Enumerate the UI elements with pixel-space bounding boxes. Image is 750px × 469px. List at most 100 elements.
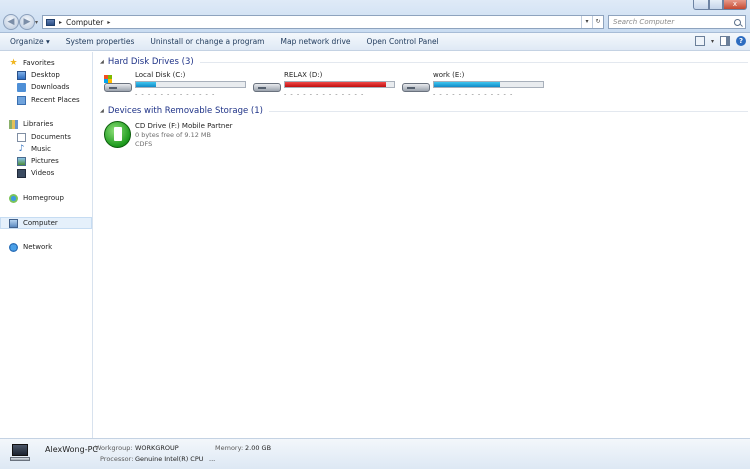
nav-network[interactable]: Network (9, 241, 101, 253)
drive-usage-fill (285, 82, 387, 87)
star-icon: ★ (9, 57, 18, 68)
drive-usage-fill (136, 82, 156, 87)
refresh-button[interactable]: ↻ (592, 16, 603, 28)
drive-filesystem: CDFS (135, 140, 153, 148)
maximize-button[interactable] (709, 0, 723, 10)
hard-drive-icon (402, 79, 432, 93)
workgroup-label: Workgroup: (95, 444, 133, 452)
nav-favorites[interactable]: ★ Favorites (9, 57, 101, 69)
drive-usage-bar (433, 81, 544, 88)
forward-button[interactable]: ▶ (19, 14, 35, 30)
window-controls: x (693, 0, 747, 10)
change-view-icon[interactable] (694, 36, 705, 46)
recent-places-icon (17, 95, 26, 105)
organize-button[interactable]: Organize ▾ (0, 37, 58, 46)
group-header-hard-disks[interactable]: ◢ Hard Disk Drives (3) (94, 56, 748, 68)
collapse-arrow-icon[interactable]: ◢ (100, 59, 104, 65)
breadcrumb-separator[interactable]: ▸ (107, 19, 110, 26)
breadcrumb-computer[interactable]: Computer (66, 18, 103, 27)
nav-label: Homegroup (23, 194, 65, 202)
computer-icon (10, 444, 32, 462)
help-icon[interactable]: ? (736, 36, 746, 46)
pictures-icon (17, 156, 26, 166)
drive-usage-bar (284, 81, 395, 88)
nav-label: Recent Places (31, 96, 80, 104)
details-pane: AlexWong-PC Workgroup: WORKGROUP Memory:… (0, 438, 750, 469)
music-icon: ♪ (18, 143, 25, 154)
preview-pane-icon[interactable] (720, 36, 730, 46)
downloads-icon (17, 82, 26, 92)
more-details[interactable]: ... (209, 455, 215, 463)
search-box[interactable]: Search Computer (608, 15, 746, 29)
collapse-arrow-icon[interactable]: ◢ (100, 108, 104, 114)
processor-label: Processor: (100, 455, 134, 463)
cd-drive-icon (104, 121, 131, 148)
group-title: Devices with Removable Storage (1) (107, 106, 263, 116)
computer-location-icon (46, 18, 55, 26)
group-divider (268, 110, 748, 112)
drive-free-space: - - - - - - - - - - - - - (433, 90, 514, 98)
drive-free-space: 0 bytes free of 9.12 MB (135, 131, 211, 139)
hard-drive-icon (253, 79, 283, 93)
drive-free-space: - - - - - - - - - - - - - (284, 90, 365, 98)
nav-computer[interactable]: Computer (0, 217, 92, 229)
nav-label: Favorites (23, 59, 55, 67)
nav-label: Libraries (23, 120, 54, 128)
map-network-drive-button[interactable]: Map network drive (273, 37, 359, 46)
nav-libraries[interactable]: Libraries (9, 118, 101, 130)
nav-homegroup[interactable]: Homegroup (9, 192, 101, 204)
windows-drive-icon (104, 75, 134, 93)
address-bar[interactable]: ▸ Computer ▸ ▾ ↻ (42, 15, 604, 29)
drive-free-space: - - - - - - - - - - - - - (135, 90, 216, 98)
navigation-pane: ★ Favorites Desktop Downloads Recent Pla… (0, 52, 93, 438)
refresh-icon: ↻ (595, 18, 601, 25)
breadcrumb-separator[interactable]: ▸ (59, 19, 62, 26)
nav-label: Downloads (31, 83, 70, 91)
command-bar: Organize ▾ System properties Uninstall o… (0, 33, 750, 51)
drive-usage-fill (434, 82, 501, 87)
nav-label: Music (31, 145, 51, 153)
workgroup-value: WORKGROUP (135, 444, 179, 452)
group-header-removable[interactable]: ◢ Devices with Removable Storage (1) (94, 105, 748, 117)
memory-label: Memory: (215, 444, 244, 452)
window-titlebar: x ◀ ▶ ▾ ▸ Computer ▸ ▾ ↻ Search Computer (0, 0, 750, 33)
system-properties-button[interactable]: System properties (58, 37, 143, 46)
nav-label: Documents (31, 133, 71, 141)
back-button[interactable]: ◀ (3, 14, 19, 30)
close-button[interactable]: x (723, 0, 747, 10)
homegroup-icon (9, 193, 18, 203)
drive-name: CD Drive (F:) Mobile Partner (135, 122, 233, 130)
videos-icon (17, 168, 26, 178)
recent-pages-dropdown[interactable]: ▾ (35, 19, 38, 26)
network-icon (9, 242, 18, 252)
memory-value: 2.00 GB (245, 444, 272, 452)
drive-name: Local Disk (C:) (135, 71, 186, 79)
group-title: Hard Disk Drives (3) (107, 57, 194, 67)
group-divider (199, 61, 748, 63)
search-icon[interactable] (734, 18, 741, 26)
address-dropdown-button[interactable]: ▾ (581, 16, 592, 28)
drive-name: work (E:) (433, 71, 465, 79)
uninstall-program-button[interactable]: Uninstall or change a program (142, 37, 272, 46)
content-area: ◢ Hard Disk Drives (3) Local Disk (C:) -… (94, 52, 750, 438)
drive-item-e[interactable]: work (E:) - - - - - - - - - - - - - (402, 71, 552, 103)
view-options-dropdown[interactable]: ▾ (711, 38, 714, 45)
nav-label: Desktop (31, 71, 60, 79)
processor-value: Genuine Intel(R) CPU (135, 455, 204, 463)
libraries-icon (9, 119, 18, 129)
minimize-button[interactable] (693, 0, 709, 10)
nav-label: Computer (23, 219, 58, 227)
drive-item-c[interactable]: Local Disk (C:) - - - - - - - - - - - - … (104, 71, 254, 103)
documents-icon (17, 132, 26, 142)
forward-arrow-icon: ▶ (23, 17, 31, 27)
search-input[interactable]: Search Computer (613, 18, 674, 26)
computer-icon (9, 218, 18, 228)
computer-name: AlexWong-PC (45, 445, 98, 454)
cd-drive-item[interactable]: CD Drive (F:) Mobile Partner 0 bytes fre… (104, 121, 404, 153)
nav-label: Pictures (31, 157, 59, 165)
nav-label: Network (23, 243, 53, 251)
open-control-panel-button[interactable]: Open Control Panel (359, 37, 447, 46)
back-arrow-icon: ◀ (7, 17, 15, 27)
drive-name: RELAX (D:) (284, 71, 323, 79)
drive-item-d[interactable]: RELAX (D:) - - - - - - - - - - - - - (253, 71, 403, 103)
